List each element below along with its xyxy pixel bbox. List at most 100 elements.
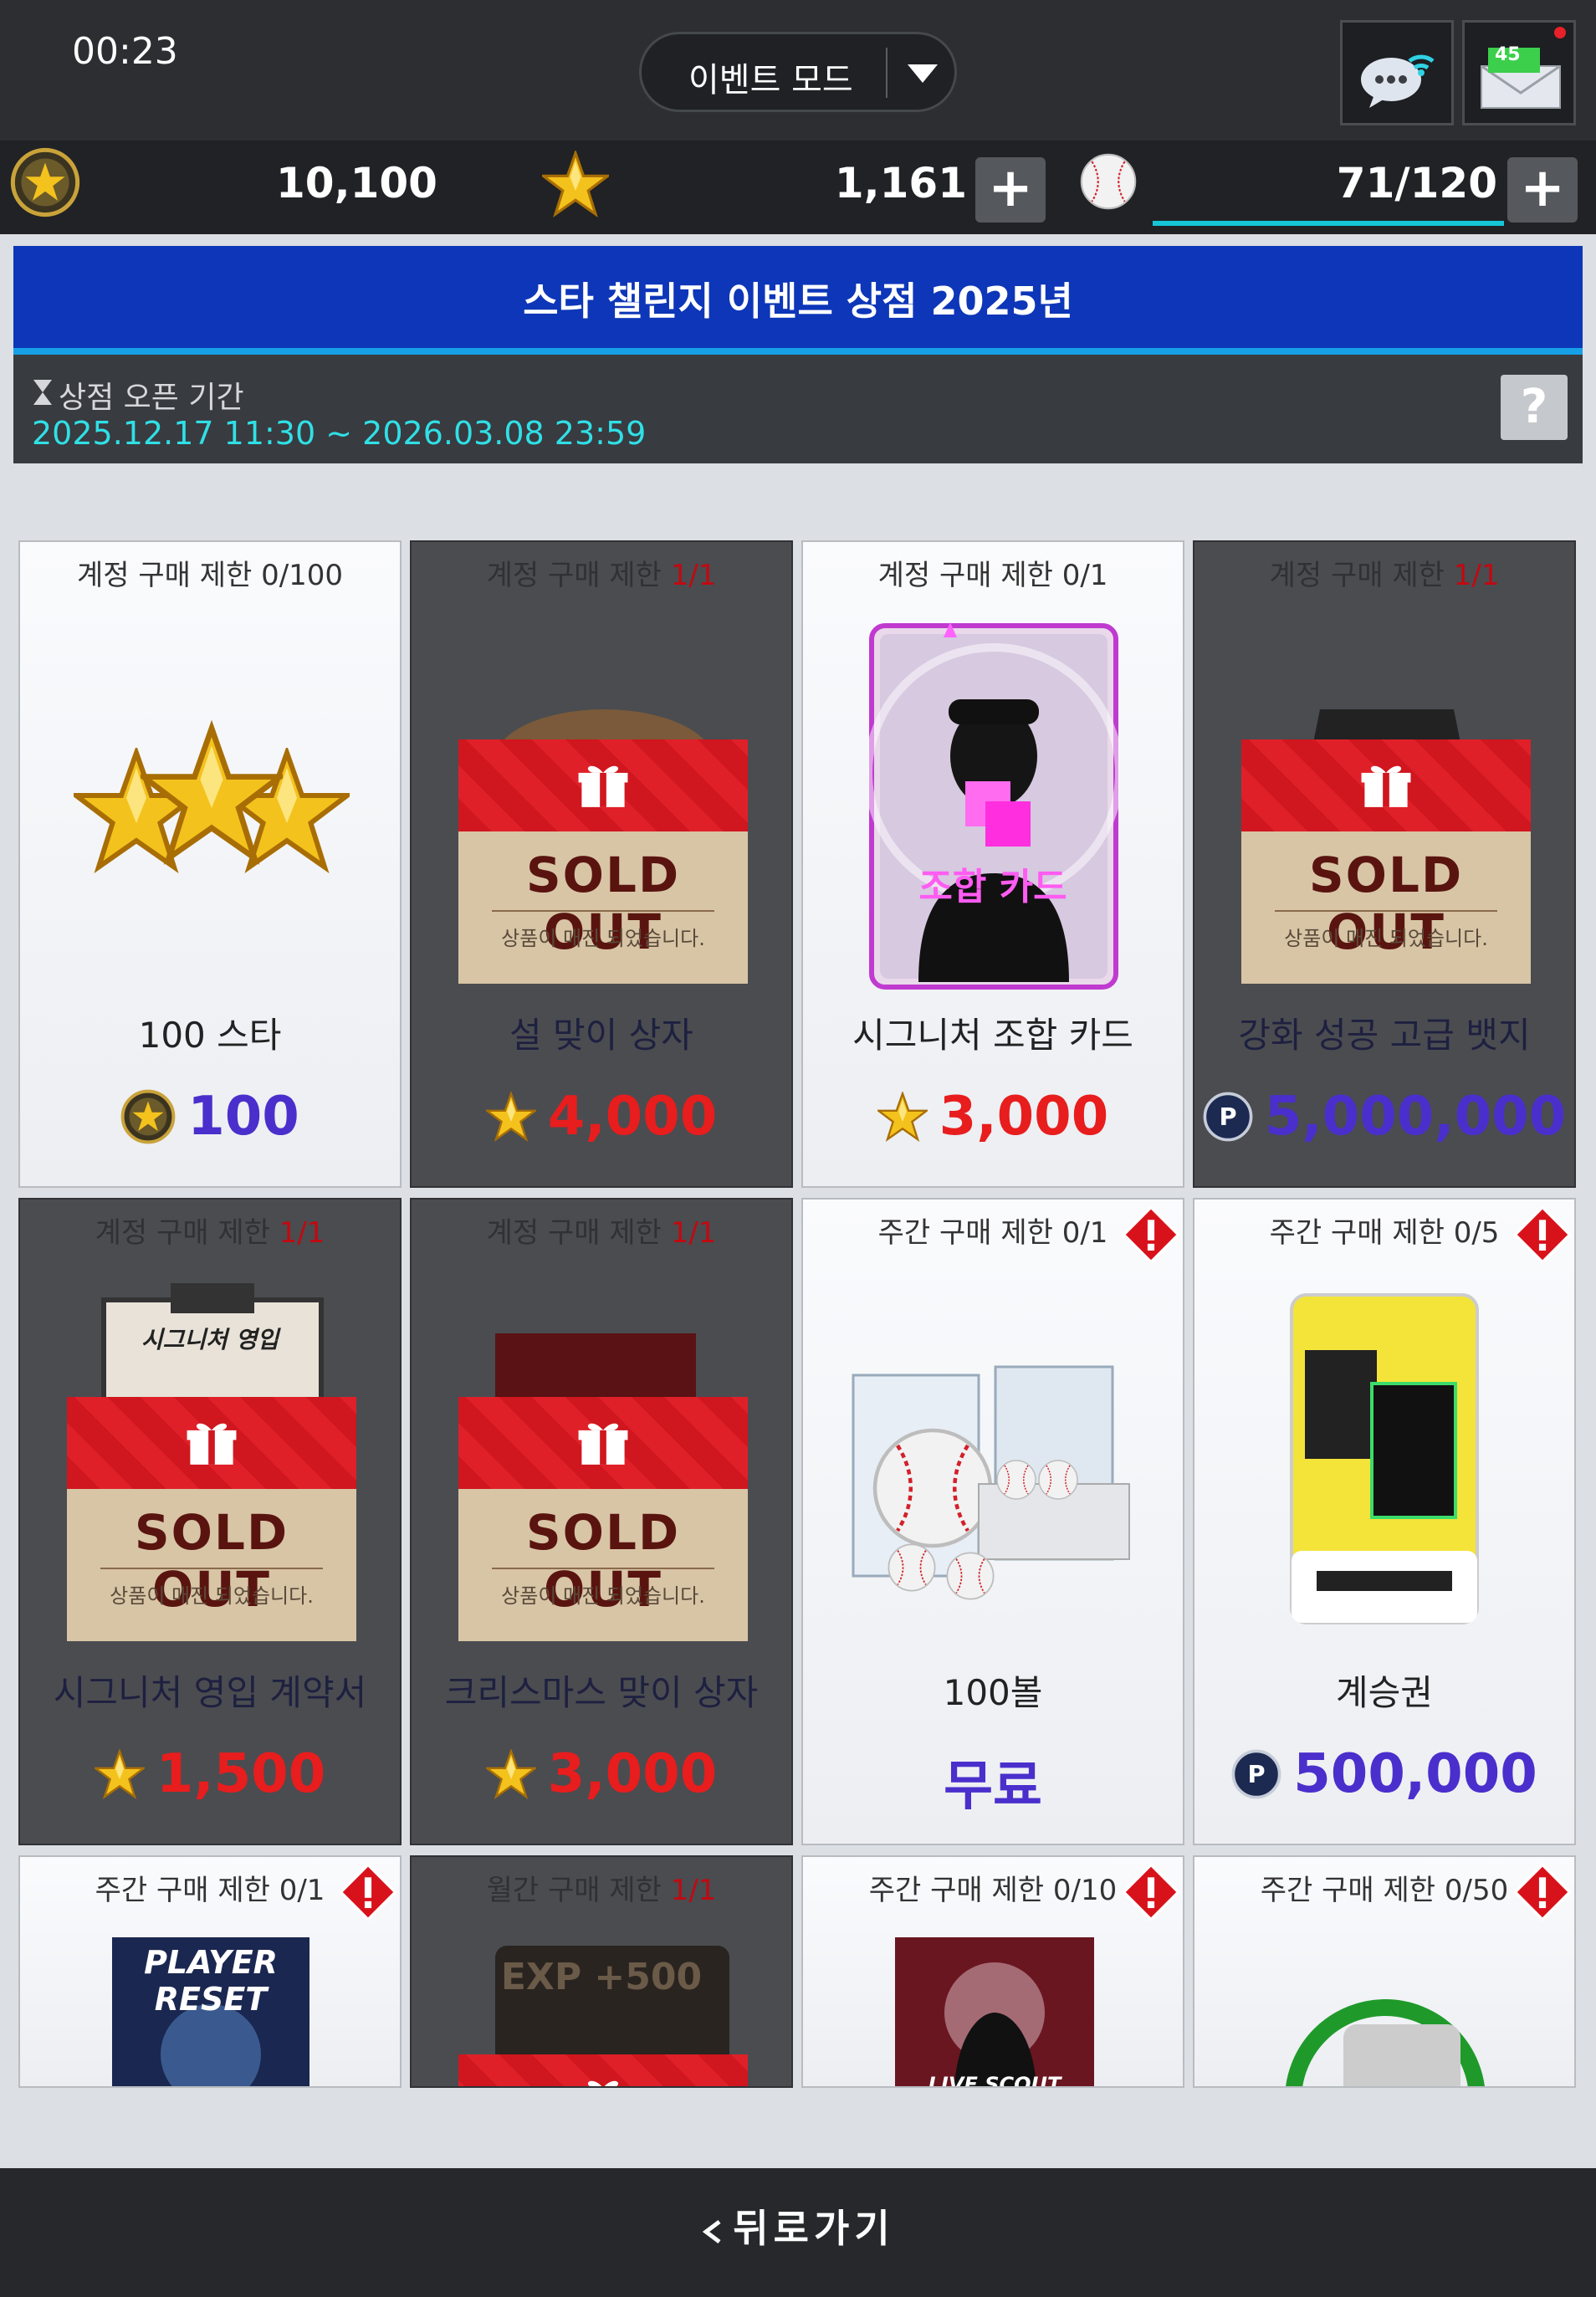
sold-out-stamp: SOLD OUT상품이 매진 되었습니다. [1241, 739, 1531, 984]
item-price: 1,500 [20, 1743, 400, 1805]
limit-count: 1/1 [670, 1216, 717, 1250]
back-button[interactable]: 뒤로가기 [0, 2198, 1596, 2254]
limit-count: 0/1 [279, 1874, 325, 1907]
baseball-package-artwork [852, 1365, 1130, 1600]
limit-count: 0/100 [261, 559, 344, 592]
mode-divider [886, 48, 888, 98]
price-value: 무료 [944, 1756, 1042, 1818]
limit-count: 0/10 [1052, 1874, 1118, 1907]
limit-count: 1/1 [1453, 559, 1500, 592]
item-name: 100볼 [943, 1672, 1043, 1713]
shop-item-card[interactable]: 계정 구매 제한 0/100 100 스타 100 [18, 540, 402, 1188]
currency-bar: 10,100 1,161 + 71/120 + [0, 141, 1596, 234]
shop-item-card[interactable]: 계정 구매 제한 0/1 조합 카드 시그니처 조합 카드 3,000 [801, 540, 1184, 1188]
chat-icon [1361, 54, 1435, 108]
item-name: 설 맞이 상자 [509, 1015, 693, 1056]
item-price: 5,000,000 [1194, 1086, 1574, 1148]
hourglass-icon [33, 380, 52, 405]
shop-item-card[interactable]: 주간 구매 제한 0/1 100볼무료 [801, 1198, 1184, 1845]
limit-count: 0/1 [1061, 1216, 1108, 1250]
alert-icon [1123, 1206, 1179, 1263]
item-name: 100 스타 [138, 1015, 282, 1056]
sold-out-stamp: SOLD OUT상품이 매진 되었습니다. [67, 1397, 356, 1641]
item-price: 500,000 [1194, 1743, 1574, 1805]
limit-prefix: 계정 구매 제한 [877, 559, 1053, 592]
purchase-limit: 계정 구매 제한 0/100 [20, 552, 400, 593]
limit-prefix: 주간 구매 제한 [868, 1874, 1045, 1907]
status-bar: 00:23 이벤트 모드 45 [0, 0, 1596, 141]
alert-icon [1514, 1864, 1571, 1921]
shop-item-card[interactable]: 계정 구매 제한 1/1 시그니처 영입 SOLD OUT 상품이 매진 되었습니다.… [18, 1198, 402, 1845]
ball-progress-bar [1153, 221, 1504, 226]
stars-artwork [74, 706, 350, 907]
shop-item-card[interactable]: 월간 구매 제한 1/1 EXP +500 SOLD OUT상품이 매진 되었습니다… [410, 1855, 793, 2088]
baseball-icon [1079, 152, 1138, 211]
alert-icon [1514, 1206, 1571, 1263]
back-arrow-icon [703, 2219, 721, 2243]
sold-out-divider [492, 910, 714, 912]
inheritance-ticket-artwork [1290, 1293, 1479, 1624]
item-price: 4,000 [412, 1086, 791, 1148]
item-name: 시그니처 조합 카드 [852, 1015, 1133, 1056]
limit-prefix: 계정 구매 제한 [486, 1216, 662, 1250]
star-icon [486, 1092, 536, 1142]
art-label: PLAYER RESET [144, 1944, 278, 2018]
add-ball-button[interactable]: + [1507, 157, 1578, 223]
chevron-down-icon [908, 64, 938, 83]
alert-icon [340, 1864, 396, 1921]
coin-amount: 10,100 [276, 159, 437, 207]
signature-card-artwork [868, 622, 1119, 990]
limit-prefix: 주간 구매 제한 [877, 1216, 1053, 1250]
sold-out-divider [1275, 910, 1497, 912]
coin-icon [120, 1089, 176, 1144]
gift-icon [576, 758, 630, 811]
clock: 00:23 [72, 30, 178, 73]
sold-out-divider [492, 1568, 714, 1569]
sold-out-body: SOLD OUT 상품이 매진 되었습니다. [458, 1489, 748, 1641]
period-dates: 2025.12.17 11:30 ~ 2026.03.08 23:59 [32, 415, 647, 452]
limit-count: 0/1 [1061, 559, 1108, 592]
mode-label: 이벤트 모드 [688, 61, 853, 100]
shop-item-card[interactable]: 주간 구매 제한 0/5 계승권 500,000 [1193, 1198, 1576, 1845]
limit-prefix: 계정 구매 제한 [95, 1216, 270, 1250]
art-label: EXP +500 [500, 1956, 703, 1998]
mail-badge: 45 [1495, 44, 1521, 65]
price-value: 4,000 [547, 1086, 718, 1148]
mode-selector[interactable]: 이벤트 모드 [639, 32, 957, 112]
help-button[interactable]: ? [1501, 375, 1568, 440]
purchase-limit: 계정 구매 제한 1/1 [412, 1210, 791, 1251]
shop-item-card[interactable]: 주간 구매 제한 0/10 LIVE SCOUT [801, 1855, 1184, 2088]
limit-count: 0/5 [1453, 1216, 1500, 1250]
sold-out-divider [100, 1568, 323, 1569]
whistle-artwork [1286, 1999, 1485, 2086]
doc-label: 시그니처 영입 [141, 1326, 279, 1353]
sold-out-subtitle: 상품이 매진 되었습니다. [110, 1584, 314, 1608]
limit-prefix: 주간 구매 제한 [95, 1874, 270, 1907]
sold-out-subtitle: 상품이 매진 되었습니다. [501, 1584, 705, 1608]
shop-item-card[interactable]: 계정 구매 제한 1/1 SOLD OUT 상품이 매진 되었습니다. 설 맞이 상자… [410, 540, 793, 1188]
shop-banner: 스타 챌린지 이벤트 상점 2025년 [13, 246, 1583, 355]
sold-out-stamp: SOLD OUT상품이 매진 되었습니다. [458, 2054, 748, 2088]
shop-item-card[interactable]: 주간 구매 제한 0/50 [1193, 1855, 1576, 2088]
sold-out-stamp: SOLD OUT상품이 매진 되었습니다. [458, 1397, 748, 1641]
item-name: 강화 성공 고급 뱃지 [1238, 1015, 1531, 1056]
point-icon [1231, 1749, 1281, 1799]
add-star-button[interactable]: + [975, 157, 1046, 223]
notification-dot [1554, 27, 1566, 38]
open-period: 상점 오픈 기간 2025.12.17 11:30 ~ 2026.03.08 2… [13, 355, 1583, 463]
shop-item-card[interactable]: 주간 구매 제한 0/1 PLAYER RESET [18, 1855, 402, 2088]
shop-item-card[interactable]: 계정 구매 제한 1/1 SOLD OUT 상품이 매진 되었습니다. 강화 성공 고… [1193, 540, 1576, 1188]
chat-button[interactable] [1340, 20, 1454, 125]
back-label: 뒤로가기 [733, 2206, 895, 2251]
purchase-limit: 계정 구매 제한 1/1 [412, 552, 791, 593]
item-price: 3,000 [803, 1086, 1183, 1148]
ball-amount: 71/120 [1336, 159, 1497, 207]
gift-icon [576, 2073, 630, 2088]
limit-count: 0/50 [1444, 1874, 1509, 1907]
alert-icon [1123, 1864, 1179, 1921]
price-value: 3,000 [547, 1743, 718, 1805]
shop-item-card[interactable]: 계정 구매 제한 1/1 SOLD OUT 상품이 매진 되었습니다. 크리스마스 맞… [410, 1198, 793, 1845]
mail-icon [1481, 48, 1561, 109]
star-icon [877, 1092, 928, 1142]
price-value: 100 [187, 1086, 299, 1148]
